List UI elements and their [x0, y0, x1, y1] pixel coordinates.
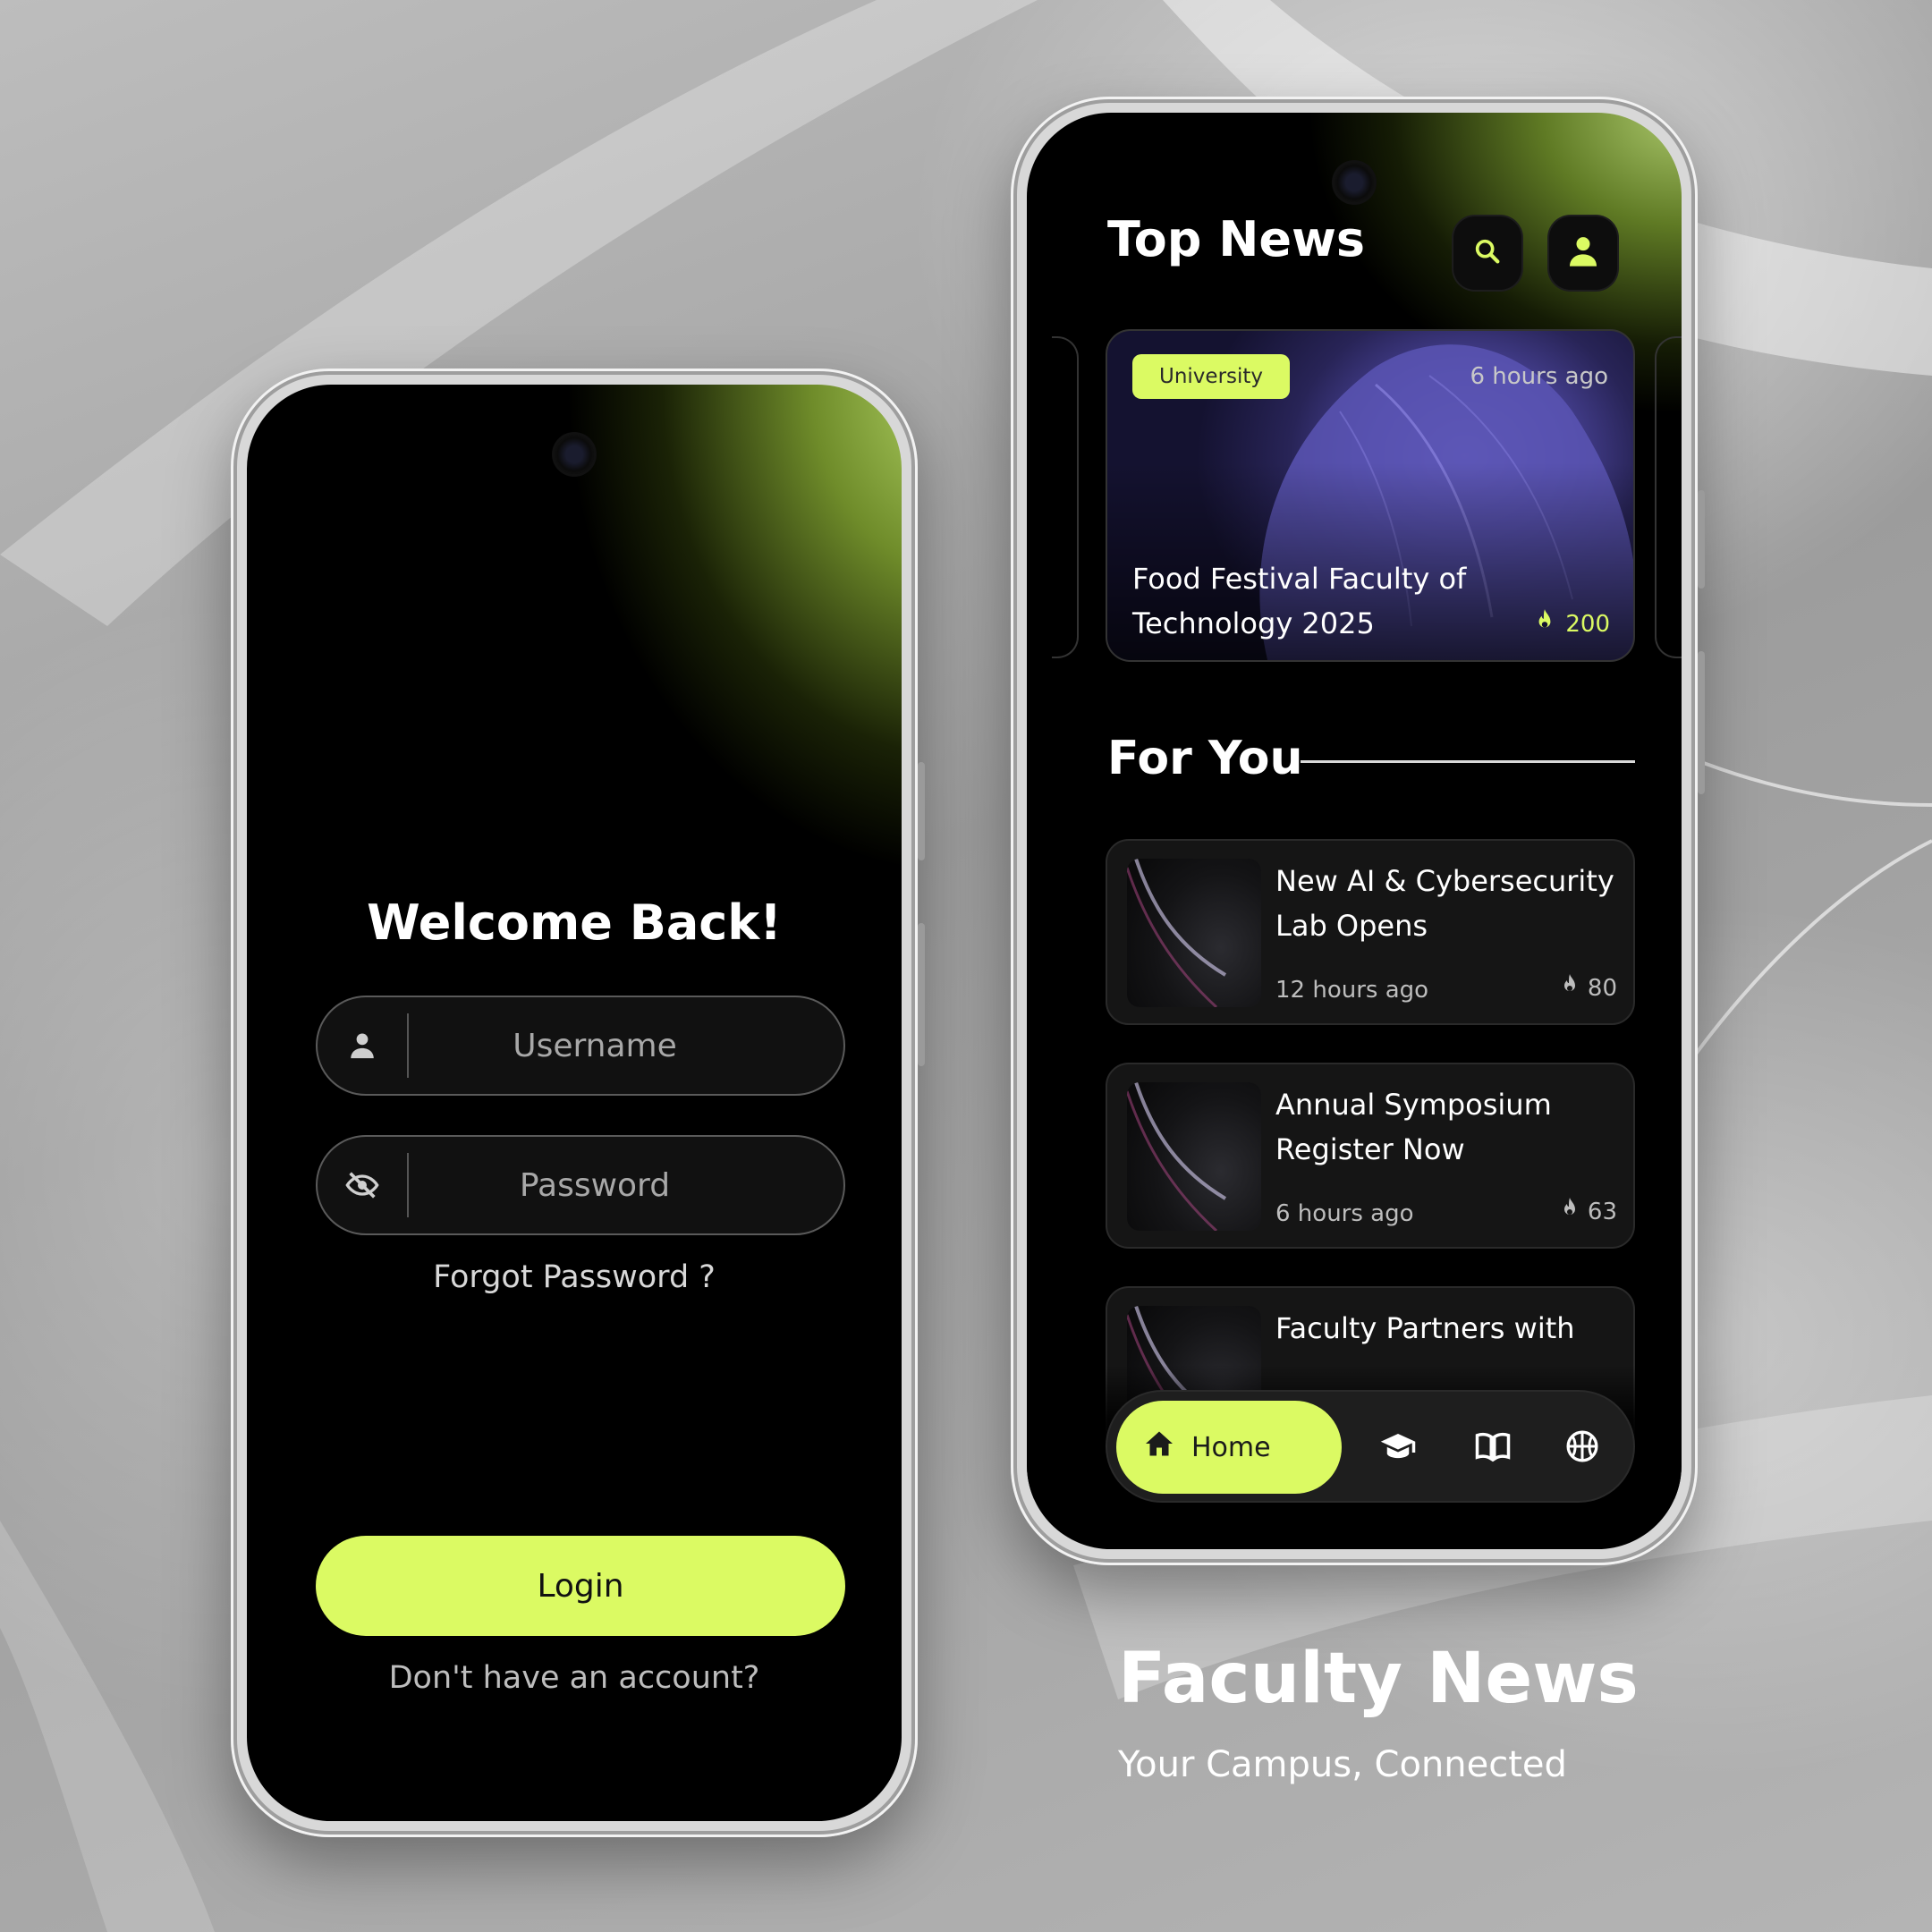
- category-tag[interactable]: University: [1132, 354, 1291, 399]
- signup-link[interactable]: Don't have an account?: [247, 1660, 902, 1696]
- user-icon: [318, 1030, 407, 1061]
- featured-headline: Food Festival Faculty of Technology 2025: [1132, 562, 1467, 640]
- news-phone: Top News University 6 hours ago Food Fes…: [1011, 97, 1705, 1565]
- eye-off-icon[interactable]: [318, 1167, 407, 1203]
- featured-time: 6 hours ago: [1470, 363, 1608, 390]
- list-item[interactable]: New AI & Cybersecurity Lab Opens 12 hour…: [1106, 839, 1635, 1025]
- carousel-prev-card[interactable]: [1052, 336, 1079, 658]
- list-item[interactable]: Annual Symposium Register Now 6 hours ag…: [1106, 1063, 1635, 1249]
- tab-library[interactable]: [1470, 1426, 1515, 1470]
- graduation-cap-icon: [1379, 1428, 1417, 1469]
- username-placeholder: Username: [513, 1027, 677, 1064]
- featured-views: 200: [1533, 607, 1610, 640]
- fire-icon: [1533, 607, 1556, 640]
- login-button[interactable]: Login: [316, 1536, 845, 1636]
- news-title: Faculty Partners with: [1275, 1311, 1575, 1345]
- basketball-icon: [1564, 1428, 1600, 1468]
- bottom-tab-bar: Home: [1106, 1390, 1635, 1503]
- login-phone: Welcome Back! Username Password Forgot P…: [231, 369, 925, 1837]
- fire-icon: [1559, 1196, 1580, 1227]
- search-icon: [1472, 236, 1503, 270]
- profile-button[interactable]: [1549, 216, 1617, 290]
- carousel-next-card[interactable]: [1655, 336, 1682, 658]
- news-count: 80: [1587, 974, 1617, 1002]
- book-icon: [1474, 1428, 1512, 1469]
- front-camera: [555, 435, 594, 474]
- brand-title: Faculty News: [1118, 1639, 1639, 1719]
- news-time: 6 hours ago: [1275, 1200, 1414, 1227]
- user-icon: [1565, 233, 1601, 273]
- news-screen: Top News University 6 hours ago Food Fes…: [1027, 113, 1682, 1549]
- news-views: 80: [1559, 972, 1617, 1004]
- news-title: New AI & Cybersecurity Lab Opens: [1275, 864, 1614, 943]
- news-thumbnail: [1127, 859, 1261, 1007]
- news-time: 12 hours ago: [1275, 977, 1429, 1004]
- password-field[interactable]: Password: [316, 1135, 845, 1235]
- phone-side-button: [1698, 490, 1705, 589]
- username-field[interactable]: Username: [316, 996, 845, 1096]
- phone-side-button: [918, 762, 925, 860]
- welcome-heading: Welcome Back!: [367, 894, 782, 951]
- tab-home[interactable]: Home: [1116, 1401, 1342, 1494]
- section-title: For You: [1107, 732, 1303, 785]
- brand-subtitle: Your Campus, Connected: [1118, 1744, 1567, 1785]
- section-divider: [1301, 760, 1635, 763]
- tab-education[interactable]: [1376, 1426, 1420, 1470]
- home-icon: [1143, 1428, 1175, 1467]
- news-count: 63: [1587, 1198, 1617, 1225]
- news-title: Annual Symposium Register Now: [1275, 1088, 1552, 1166]
- password-placeholder: Password: [519, 1166, 671, 1204]
- news-views: 63: [1559, 1196, 1617, 1227]
- fire-icon: [1559, 972, 1580, 1004]
- login-screen: Welcome Back! Username Password Forgot P…: [247, 385, 902, 1821]
- search-button[interactable]: [1453, 216, 1521, 290]
- phone-side-button: [1698, 651, 1705, 794]
- forgot-password-link[interactable]: Forgot Password ?: [247, 1259, 902, 1295]
- front-camera: [1335, 163, 1374, 202]
- featured-news-card[interactable]: University 6 hours ago Food Festival Fac…: [1106, 329, 1635, 662]
- news-thumbnail: [1127, 1082, 1261, 1231]
- phone-side-button: [918, 923, 925, 1066]
- tab-home-label: Home: [1191, 1431, 1271, 1463]
- tab-sports[interactable]: [1560, 1426, 1605, 1470]
- featured-count: 200: [1565, 610, 1610, 638]
- page-title: Top News: [1107, 211, 1366, 267]
